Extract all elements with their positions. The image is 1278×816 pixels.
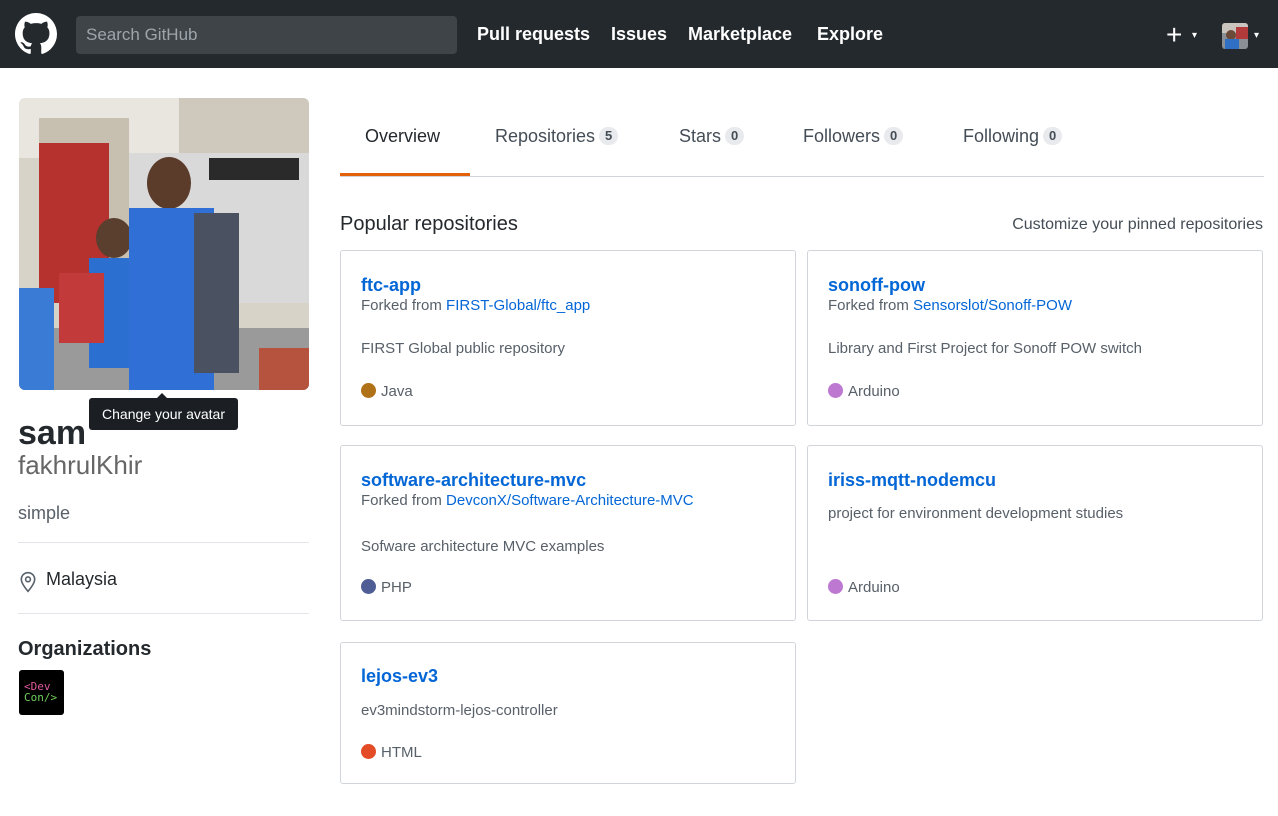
tab-label: Overview (365, 126, 441, 146)
language-name: Arduino (848, 579, 900, 596)
repo-name-link[interactable]: software-architecture-mvc (361, 468, 586, 492)
popular-repositories-heading: Popular repositories (340, 213, 518, 235)
repo-name-link[interactable]: iriss-mqtt-nodemcu (828, 468, 996, 492)
change-avatar-tooltip: Change your avatar (89, 393, 238, 430)
language-name: HTML (381, 744, 422, 761)
nav-pull-requests[interactable]: Pull requests (477, 22, 590, 46)
forked-source-link[interactable]: FIRST-Global/ftc_app (446, 297, 590, 314)
language-color-dot (828, 579, 843, 594)
language-color-dot (361, 383, 376, 398)
top-header: Search GitHub Pull requests Issues Marke… (0, 0, 1278, 68)
forked-prefix: Forked from (361, 297, 447, 314)
repo-description: Library and First Project for Sonoff POW… (828, 340, 1142, 357)
language-name: Arduino (848, 383, 900, 400)
repo-description: FIRST Global public repository (361, 340, 565, 357)
tab-repositories[interactable]: Repositories 5 (495, 124, 619, 148)
tab-counter: 0 (725, 127, 745, 145)
tab-counter: 5 (599, 127, 619, 145)
forked-source-link[interactable]: Sensorslot/Sonoff-POW (913, 297, 1072, 314)
nav-explore[interactable]: Explore (817, 22, 883, 46)
tab-label: Following (963, 126, 1040, 146)
forked-from: Forked from DevconX/Software-Architectur… (361, 492, 694, 509)
repo-description: project for environment development stud… (828, 505, 1124, 522)
active-tab-indicator (340, 173, 470, 176)
tab-counter: 0 (884, 127, 904, 145)
repo-name-link[interactable]: ftc-app (361, 273, 421, 297)
nav-marketplace[interactable]: Marketplace (688, 22, 792, 46)
repo-description: Sofware architecture MVC examples (361, 538, 605, 555)
chevron-down-icon[interactable]: ▾ (1254, 30, 1259, 41)
language-color-dot (361, 579, 376, 594)
repo-card: sonoff-pow Forked from Sensorslot/Sonoff… (807, 250, 1263, 426)
repo-language: PHP (361, 579, 412, 597)
tab-counter: 0 (1043, 127, 1063, 145)
language-color-dot (361, 744, 376, 759)
plus-icon[interactable]: + (1166, 20, 1182, 50)
tab-label: Followers (803, 126, 881, 146)
repo-language: Java (361, 383, 413, 401)
repo-card: ftc-app Forked from FIRST-Global/ftc_app… (340, 250, 796, 426)
language-color-dot (828, 383, 843, 398)
profile-bio: simple (18, 503, 71, 523)
forked-source-link[interactable]: DevconX/Software-Architecture-MVC (446, 492, 694, 509)
tab-label: Repositories (495, 126, 596, 146)
repo-name-link[interactable]: sonoff-pow (828, 273, 925, 297)
profile-location: Malaysia (46, 569, 118, 589)
language-name: Java (381, 383, 413, 400)
forked-prefix: Forked from (361, 492, 447, 509)
organizations-heading: Organizations (18, 638, 152, 660)
repo-card: iriss-mqtt-nodemcu project for environme… (807, 445, 1263, 621)
tab-following[interactable]: Following 0 (963, 124, 1063, 148)
repo-card: software-architecture-mvc Forked from De… (340, 445, 796, 621)
profile-name: sam (18, 414, 87, 452)
forked-from: Forked from Sensorslot/Sonoff-POW (828, 297, 1072, 314)
repo-card: lejos-ev3 ev3mindstorm-lejos-controller … (340, 642, 796, 784)
profile-username: fakhrulKhir (18, 450, 143, 480)
tab-label: Stars (679, 126, 722, 146)
repo-language: Arduino (828, 383, 900, 401)
org-avatar-text: Con/> (24, 691, 58, 704)
divider (18, 613, 309, 614)
chevron-down-icon[interactable]: ▾ (1192, 30, 1197, 41)
user-avatar-menu[interactable] (1222, 23, 1248, 49)
org-avatar-devcon[interactable]: <Dev Con/> (19, 670, 64, 715)
repo-name-link[interactable]: lejos-ev3 (361, 664, 438, 688)
repo-description: ev3mindstorm-lejos-controller (361, 702, 558, 719)
tab-stars[interactable]: Stars 0 (679, 124, 745, 148)
forked-prefix: Forked from (828, 297, 914, 314)
language-name: PHP (381, 579, 412, 596)
repo-language: HTML (361, 744, 422, 762)
tab-followers[interactable]: Followers 0 (803, 124, 904, 148)
customize-pinned-link[interactable]: Customize your pinned repositories (1012, 216, 1263, 234)
divider (18, 542, 309, 543)
repo-language: Arduino (828, 579, 900, 597)
profile-avatar[interactable] (19, 98, 309, 390)
forked-from: Forked from FIRST-Global/ftc_app (361, 297, 590, 314)
tab-overview[interactable]: Overview (365, 124, 440, 148)
tabs-border (340, 176, 1264, 177)
github-logo-icon[interactable] (15, 13, 57, 55)
nav-issues[interactable]: Issues (611, 22, 667, 46)
search-input[interactable]: Search GitHub (76, 16, 457, 54)
location-pin-icon (20, 571, 36, 593)
